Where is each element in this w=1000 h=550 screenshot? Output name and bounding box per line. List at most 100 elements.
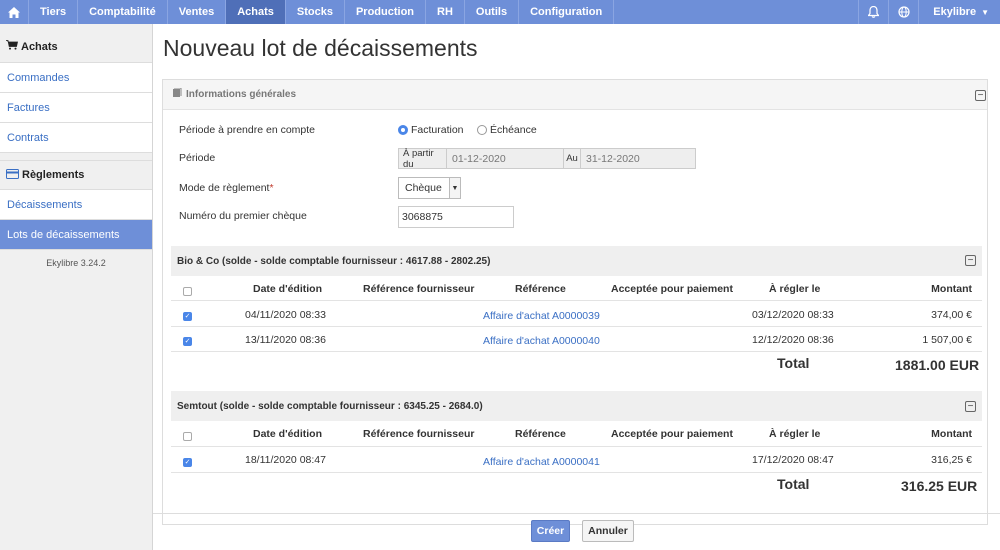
radio-dot bbox=[477, 125, 487, 135]
reference-link[interactable]: Affaire d'achat A0000040 bbox=[483, 335, 600, 347]
from-date-field[interactable]: 01-12-2020 bbox=[446, 148, 564, 169]
periode-compte-label: Période à prendre en compte bbox=[179, 124, 316, 136]
nav-outils[interactable]: Outils bbox=[465, 0, 520, 24]
general-info-header: Informations générales bbox=[163, 80, 987, 110]
radio-label: Échéance bbox=[490, 124, 537, 136]
from-addon: À partir du bbox=[398, 148, 447, 170]
cell-a-regler: 17/12/2020 08:47 bbox=[752, 454, 834, 466]
cheque-label: Numéro du premier chèque bbox=[179, 210, 307, 222]
table-header-row: Date d'édition Référence fournisseur Réf… bbox=[171, 423, 982, 447]
app-version: Ekylibre 3.24.2 bbox=[46, 258, 106, 268]
collapse-general-icon[interactable]: − bbox=[975, 90, 986, 101]
general-info-title: Informations générales bbox=[186, 89, 297, 100]
collapse-supplier-icon[interactable]: − bbox=[965, 401, 976, 412]
col-reference: Référence bbox=[515, 428, 566, 440]
total-label: Total bbox=[777, 355, 810, 371]
sidebar-section-title: Achats bbox=[21, 40, 58, 53]
cancel-button[interactable]: Annuler bbox=[582, 520, 634, 542]
sidebar-item-commandes[interactable]: Commandes bbox=[0, 63, 152, 93]
home-icon[interactable] bbox=[0, 0, 29, 24]
mode-reglement-label: Mode de règlement* bbox=[179, 182, 274, 194]
footer-divider bbox=[153, 513, 1000, 514]
reference-link[interactable]: Affaire d'achat A0000039 bbox=[483, 310, 600, 322]
col-date: Date d'édition bbox=[253, 283, 322, 295]
table-header-row: Date d'édition Référence fournisseur Réf… bbox=[171, 277, 982, 301]
to-date-field[interactable]: 31-12-2020 bbox=[580, 148, 696, 169]
col-a-regler: À régler le bbox=[769, 428, 821, 440]
sidebar: Achats Commandes Factures Contrats Règle… bbox=[0, 24, 153, 550]
nav-production[interactable]: Production bbox=[345, 0, 427, 24]
supplier-header: Semtout (solde - solde comptable fournis… bbox=[171, 391, 982, 421]
cell-date: 13/11/2020 08:36 bbox=[245, 334, 326, 346]
book-icon bbox=[172, 87, 182, 101]
cell-date: 18/11/2020 08:47 bbox=[245, 454, 326, 466]
to-addon: Au bbox=[563, 148, 581, 169]
sidebar-item-contrats[interactable]: Contrats bbox=[0, 123, 152, 153]
cell-montant: 374,00 € bbox=[931, 309, 972, 321]
col-ref-fournisseur: Référence fournisseur bbox=[363, 428, 475, 440]
cell-montant: 1 507,00 € bbox=[922, 334, 972, 346]
col-montant: Montant bbox=[931, 283, 972, 295]
top-navbar: Tiers Comptabilité Ventes Achats Stocks … bbox=[0, 0, 1000, 24]
main-content: Nouveau lot de décaissements Information… bbox=[153, 24, 1000, 550]
caret-down-icon: ▼ bbox=[981, 7, 989, 17]
supplier-header: Bio & Co (solde - solde comptable fourni… bbox=[171, 246, 982, 276]
table-row: ✓ 18/11/2020 08:47 Affaire d'achat A0000… bbox=[171, 447, 982, 473]
cell-date: 04/11/2020 08:33 bbox=[245, 309, 326, 321]
bell-icon[interactable] bbox=[858, 0, 888, 24]
nav-tiers[interactable]: Tiers bbox=[29, 0, 79, 24]
nav-configuration[interactable]: Configuration bbox=[519, 0, 615, 24]
radio-label: Facturation bbox=[411, 124, 464, 136]
user-name: Ekylibre bbox=[933, 6, 977, 18]
row-checkbox[interactable]: ✓ bbox=[183, 312, 192, 321]
sidebar-section-reglements: Règlements bbox=[0, 161, 152, 189]
table-row: ✓ 04/11/2020 08:33 Affaire d'achat A0000… bbox=[171, 302, 982, 327]
create-button[interactable]: Créer bbox=[531, 520, 570, 542]
collapse-supplier-icon[interactable]: − bbox=[965, 255, 976, 266]
select-all-checkbox[interactable] bbox=[183, 432, 192, 441]
row-checkbox[interactable]: ✓ bbox=[183, 458, 192, 467]
select-all-checkbox[interactable] bbox=[183, 287, 192, 296]
cart-icon bbox=[6, 40, 18, 53]
cell-montant: 316,25 € bbox=[931, 454, 972, 466]
form-panel: Informations générales − Période à prend… bbox=[162, 79, 988, 525]
globe-icon[interactable] bbox=[888, 0, 918, 24]
col-montant: Montant bbox=[931, 428, 972, 440]
sidebar-item-lots-decaissements[interactable]: Lots de décaissements bbox=[0, 220, 152, 250]
nav-rh[interactable]: RH bbox=[426, 0, 465, 24]
cell-a-regler: 12/12/2020 08:36 bbox=[752, 334, 834, 346]
total-value: 1881.00 EUR bbox=[895, 357, 980, 373]
mode-reglement-select[interactable]: Chèque ▼ bbox=[398, 177, 461, 199]
col-a-regler: À régler le bbox=[769, 283, 821, 295]
radio-facturation[interactable]: Facturation bbox=[398, 124, 464, 136]
total-label: Total bbox=[777, 476, 810, 492]
sidebar-section-achats: Achats bbox=[0, 31, 152, 62]
row-checkbox[interactable]: ✓ bbox=[183, 337, 192, 346]
sidebar-item-factures[interactable]: Factures bbox=[0, 93, 152, 123]
user-menu[interactable]: Ekylibre ▼ bbox=[918, 0, 1000, 24]
reference-link[interactable]: Affaire d'achat A0000041 bbox=[483, 456, 600, 468]
cheque-number-input[interactable]: 3068875 bbox=[398, 206, 514, 228]
credit-card-icon bbox=[6, 168, 19, 182]
table-row: ✓ 13/11/2020 08:36 Affaire d'achat A0000… bbox=[171, 327, 982, 352]
mode-label-text: Mode de règlement bbox=[179, 182, 270, 194]
sidebar-divider bbox=[0, 153, 152, 161]
nav-achats[interactable]: Achats bbox=[226, 0, 286, 24]
total-value: 316.25 EUR bbox=[901, 478, 978, 494]
periode-label: Période bbox=[179, 152, 216, 164]
cell-a-regler: 03/12/2020 08:33 bbox=[752, 309, 834, 321]
col-acceptee: Acceptée pour paiement bbox=[611, 283, 733, 295]
chevron-down-icon: ▼ bbox=[449, 178, 460, 198]
nav-ventes[interactable]: Ventes bbox=[168, 0, 227, 24]
nav-stocks[interactable]: Stocks bbox=[286, 0, 345, 24]
required-mark: * bbox=[269, 182, 274, 194]
nav-comptabilite[interactable]: Comptabilité bbox=[78, 0, 168, 24]
radio-echeance[interactable]: Échéance bbox=[477, 124, 537, 136]
col-date: Date d'édition bbox=[253, 428, 322, 440]
sidebar-section-title: Règlements bbox=[22, 169, 85, 181]
col-acceptee: Acceptée pour paiement bbox=[611, 428, 733, 440]
mode-value: Chèque bbox=[405, 182, 442, 194]
col-ref-fournisseur: Référence fournisseur bbox=[363, 283, 475, 295]
page-title: Nouveau lot de décaissements bbox=[163, 35, 478, 61]
sidebar-item-decaissements[interactable]: Décaissements bbox=[0, 190, 152, 220]
